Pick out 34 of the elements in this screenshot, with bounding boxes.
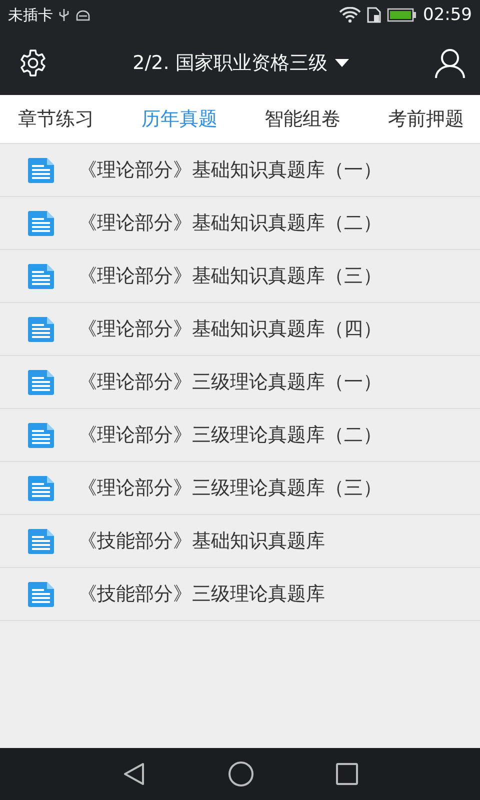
list-item[interactable]: 《理论部分》基础知识真题库（四） [0, 303, 480, 356]
document-icon [26, 315, 56, 343]
user-icon[interactable] [434, 46, 466, 78]
list-item[interactable]: 《理论部分》三级理论真题库（三） [0, 462, 480, 515]
recents-icon[interactable] [336, 763, 358, 785]
tab[interactable]: 考前押题 [388, 106, 464, 132]
tab[interactable]: 章节练习 [18, 106, 94, 132]
list-item[interactable]: 《理论部分》三级理论真题库（一） [0, 356, 480, 409]
document-icon [26, 474, 56, 502]
sim-icon [367, 7, 381, 23]
tab[interactable]: 智能组卷 [264, 106, 341, 132]
list-item[interactable]: 《理论部分》三级理论真题库（二） [0, 409, 480, 462]
list-item[interactable]: 《理论部分》基础知识真题库（一） [0, 144, 480, 197]
document-icon [26, 156, 56, 184]
back-icon[interactable] [122, 762, 146, 786]
document-icon [26, 368, 56, 396]
dropdown-caret-icon[interactable] [335, 58, 350, 66]
document-icon [26, 527, 56, 555]
list-item[interactable]: 《技能部分》三级理论真题库 [0, 568, 480, 621]
list-item[interactable]: 《技能部分》基础知识真题库 [0, 515, 480, 568]
list-item[interactable]: 《理论部分》基础知识真题库（二） [0, 197, 480, 250]
carrier-label: 未插卡 [8, 6, 53, 24]
document-icon [26, 580, 56, 608]
document-icon [26, 262, 56, 290]
battery-icon [387, 8, 417, 22]
usb-icon [59, 8, 69, 22]
document-icon [26, 209, 56, 237]
settings-icon[interactable] [18, 48, 48, 78]
home-icon[interactable] [228, 761, 254, 787]
wifi-icon [339, 7, 361, 23]
document-icon [26, 421, 56, 449]
screen-title[interactable]: 2/2. 国家职业资格三级 [132, 50, 328, 76]
list-item[interactable]: 《理论部分》基础知识真题库（三） [0, 250, 480, 303]
clock-time: 02:59 [423, 5, 472, 25]
